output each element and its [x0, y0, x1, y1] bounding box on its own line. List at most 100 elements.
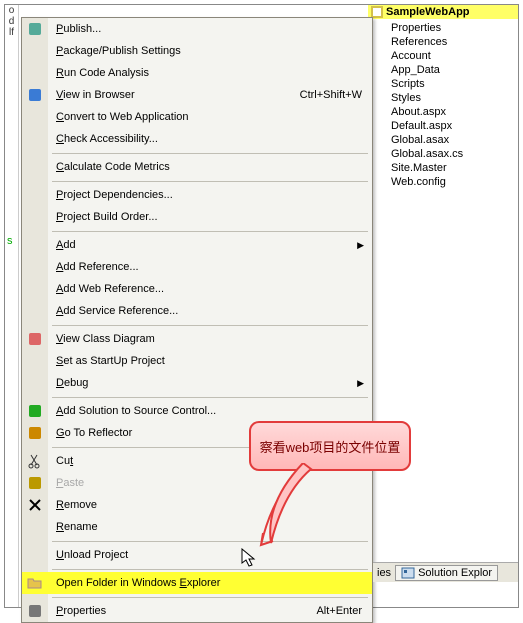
menu-item-project-dependencies[interactable]: Project Dependencies...	[22, 184, 372, 206]
blank-icon	[22, 516, 48, 538]
menu-item-open-folder-in-windows-explorer[interactable]: Open Folder in Windows Explorer	[22, 572, 372, 594]
menu-label: Add Solution to Source Control...	[48, 405, 372, 417]
project-node[interactable]: SampleWebApp	[368, 5, 518, 19]
remove-icon	[22, 494, 48, 516]
menu-item-check-accessibility[interactable]: Check Accessibility...	[22, 128, 372, 150]
solution-item[interactable]: About.aspx	[376, 105, 518, 119]
tool-window-tabs: ies Solution Explor	[373, 562, 518, 582]
cut-icon	[22, 450, 48, 472]
menu-label: Properties	[48, 605, 316, 617]
submenu-arrow-icon: ▶	[357, 378, 372, 389]
menu-item-add-solution-to-source-control[interactable]: Add Solution to Source Control...	[22, 400, 372, 422]
scc-icon	[22, 400, 48, 422]
menu-item-run-code-analysis[interactable]: Run Code Analysis	[22, 62, 372, 84]
menu-shortcut: Alt+Enter	[316, 605, 372, 617]
folder-icon	[376, 92, 388, 104]
menu-label: Paste	[48, 477, 372, 489]
menu-item-debug[interactable]: Debug▶	[22, 372, 372, 394]
blank-icon	[22, 206, 48, 228]
menu-label: Calculate Code Metrics	[48, 161, 372, 173]
menu-item-add-service-reference[interactable]: Add Service Reference...	[22, 300, 372, 322]
menu-label: Open Folder in Windows Explorer	[48, 577, 372, 589]
menu-label: Add	[48, 239, 357, 251]
menu-label: Rename	[48, 521, 372, 533]
menu-item-view-class-diagram[interactable]: View Class Diagram	[22, 328, 372, 350]
menu-item-view-in-browser[interactable]: View in BrowserCtrl+Shift+W	[22, 84, 372, 106]
folder-icon	[376, 50, 388, 62]
solution-item[interactable]: Account	[376, 49, 518, 63]
browser-icon	[22, 84, 48, 106]
props-icon	[22, 600, 48, 622]
blank-icon	[22, 234, 48, 256]
submenu-arrow-icon: ▶	[357, 240, 372, 251]
blank-icon	[22, 40, 48, 62]
blank-icon	[22, 184, 48, 206]
solution-item-label: Properties	[391, 22, 441, 34]
solution-item[interactable]: Global.asax	[376, 133, 518, 147]
menu-label: Package/Publish Settings	[48, 45, 372, 57]
editor-gutter: o d lf	[5, 5, 19, 607]
menu-item-convert-to-web-application[interactable]: Convert to Web Application	[22, 106, 372, 128]
solution-item[interactable]: Site.Master	[376, 161, 518, 175]
ref-icon	[376, 36, 388, 48]
menu-label: Project Dependencies...	[48, 189, 372, 201]
menu-label: Debug	[48, 377, 357, 389]
master-icon	[376, 162, 388, 174]
solution-item[interactable]: Properties	[376, 21, 518, 35]
solution-item[interactable]: References	[376, 35, 518, 49]
menu-item-set-as-startup-project[interactable]: Set as StartUp Project	[22, 350, 372, 372]
menu-label: Project Build Order...	[48, 211, 372, 223]
mouse-cursor	[241, 548, 259, 570]
blank-icon	[22, 62, 48, 84]
cs-icon	[376, 148, 388, 160]
menu-item-package-publish-settings[interactable]: Package/Publish Settings	[22, 40, 372, 62]
blank-icon	[22, 156, 48, 178]
menu-item-calculate-code-metrics[interactable]: Calculate Code Metrics	[22, 156, 372, 178]
solution-item[interactable]: App_Data	[376, 63, 518, 77]
menu-item-properties[interactable]: PropertiesAlt+Enter	[22, 600, 372, 622]
publish-icon	[22, 18, 48, 40]
solution-item[interactable]: Default.aspx	[376, 119, 518, 133]
menu-label: Run Code Analysis	[48, 67, 372, 79]
menu-label: View Class Diagram	[48, 333, 372, 345]
menu-item-add-web-reference[interactable]: Add Web Reference...	[22, 278, 372, 300]
menu-label: Publish...	[48, 23, 372, 35]
tab-solution-explorer[interactable]: Solution Explor	[395, 565, 498, 581]
asax-icon	[376, 134, 388, 146]
solution-item-label: App_Data	[391, 64, 440, 76]
folder-icon	[376, 64, 388, 76]
aspx-icon	[376, 106, 388, 118]
menu-item-add-reference[interactable]: Add Reference...	[22, 256, 372, 278]
folder-open-icon	[22, 572, 48, 594]
menu-label: Check Accessibility...	[48, 133, 372, 145]
reflector-icon	[22, 422, 48, 444]
paste-icon	[22, 472, 48, 494]
gutter-mark: s	[7, 235, 13, 247]
blank-icon	[22, 372, 48, 394]
solution-item-label: Web.config	[391, 176, 446, 188]
menu-item-add[interactable]: Add▶	[22, 234, 372, 256]
solution-explorer: SampleWebApp Properties ReferencesAccount…	[368, 5, 518, 189]
solution-item[interactable]: Scripts	[376, 77, 518, 91]
solution-item[interactable]: Styles	[376, 91, 518, 105]
solution-item[interactable]: Web.config	[376, 175, 518, 189]
solution-item-label: Default.aspx	[391, 120, 452, 132]
solution-item-label: Global.asax.cs	[391, 148, 463, 160]
blank-icon	[22, 300, 48, 322]
aspx-icon	[376, 120, 388, 132]
menu-label: Add Reference...	[48, 261, 372, 273]
menu-label: Set as StartUp Project	[48, 355, 372, 367]
solution-item-label: Global.asax	[391, 134, 449, 146]
solution-item-label: References	[391, 36, 447, 48]
solution-explorer-icon	[401, 567, 415, 579]
menu-item-project-build-order[interactable]: Project Build Order...	[22, 206, 372, 228]
solution-item-label: About.aspx	[391, 106, 446, 118]
menu-shortcut: Ctrl+Shift+W	[300, 89, 372, 101]
menu-item-publish[interactable]: Publish...	[22, 18, 372, 40]
diagram-icon	[22, 328, 48, 350]
callout-tail	[253, 463, 323, 553]
solution-item[interactable]: Global.asax.cs	[376, 147, 518, 161]
tab-properties[interactable]: ies	[377, 567, 391, 579]
folder-icon	[376, 78, 388, 90]
blank-icon	[22, 256, 48, 278]
